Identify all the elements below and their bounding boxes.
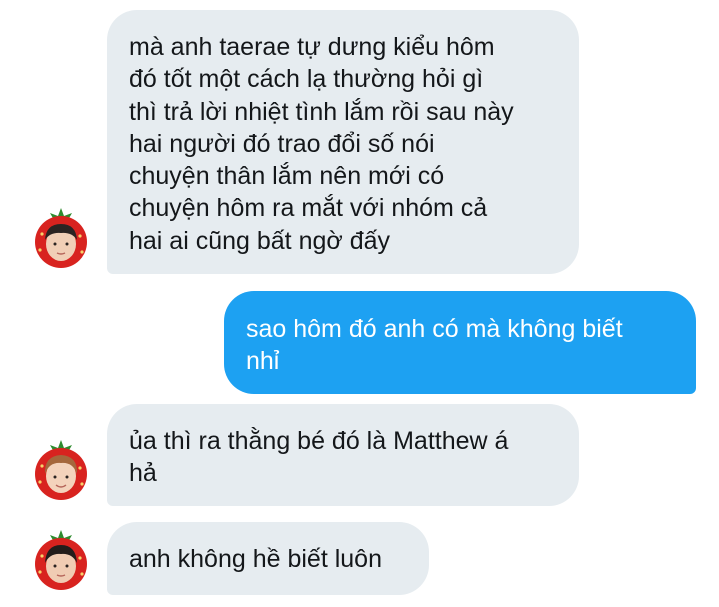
sender-avatar[interactable] xyxy=(28,204,94,270)
sender-avatar[interactable] xyxy=(28,436,94,502)
message-bubble-outgoing[interactable]: sao hôm đó anh có mà không biết nhỉ xyxy=(224,291,696,394)
message-bubble-incoming[interactable]: mà anh taerae tự dưng kiểu hôm đó tốt mộ… xyxy=(107,10,579,274)
message-bubble-incoming[interactable]: anh không hề biết luôn xyxy=(107,522,429,595)
strawberry-frame-avatar-icon xyxy=(35,440,87,500)
strawberry-frame-avatar-icon xyxy=(35,530,87,590)
sender-avatar[interactable] xyxy=(28,526,94,592)
strawberry-frame-avatar-icon xyxy=(35,208,87,268)
message-bubble-incoming[interactable]: ủa thì ra thằng bé đó là Matthew á hả xyxy=(107,404,579,506)
